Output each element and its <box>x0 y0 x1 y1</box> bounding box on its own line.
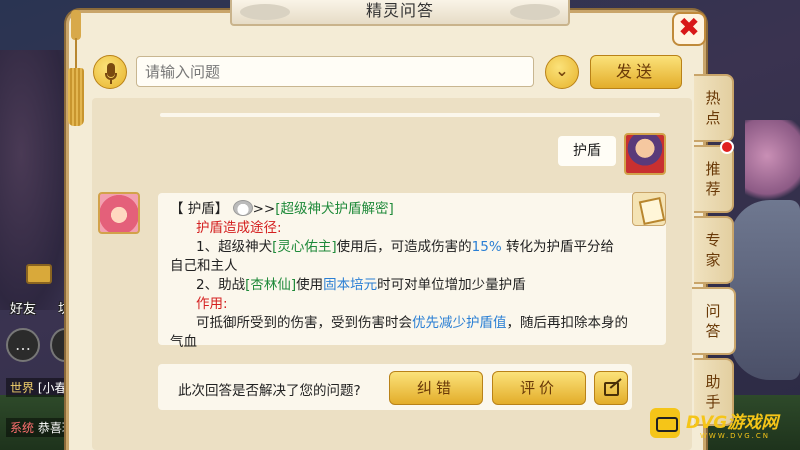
report-error-button[interactable]: 纠错 <box>389 371 483 405</box>
answer-text: 转化为护盾平分给 <box>501 239 614 255</box>
send-button[interactable]: 发送 <box>590 55 682 89</box>
answer-item-2: 2、助战[杏林仙]使用固本培元时可对单位增加少量护盾 <box>170 276 654 295</box>
partner-link[interactable]: [杏林仙] <box>245 277 296 293</box>
share-button[interactable] <box>594 371 628 405</box>
tab-char: 热 <box>705 89 721 107</box>
conversation-divider <box>160 113 660 117</box>
watermark-url: WWW.DVG.CN <box>700 432 771 440</box>
mail-icon[interactable] <box>26 264 52 284</box>
user-avatar <box>624 133 666 175</box>
channel-text: [小春 <box>37 381 67 395</box>
effect-highlight: 优先减少护盾值 <box>412 315 507 331</box>
tab-char: 助 <box>705 373 721 391</box>
answer-text: 2、助战 <box>196 277 246 293</box>
tassel-cord <box>75 38 77 68</box>
close-button[interactable]: ✖ <box>672 12 706 46</box>
tassel-decoration <box>68 10 84 135</box>
answer-text: ，随后再扣除本身的 <box>506 315 629 331</box>
channel-tag: 世界 <box>10 381 35 395</box>
skill-highlight: 固本培元 <box>323 277 378 293</box>
tab-char: 答 <box>705 322 721 340</box>
answer-text: 使用后，可造成伤害的 <box>336 239 472 255</box>
tab-char: 家 <box>705 251 721 269</box>
tab-char: 专 <box>705 231 721 249</box>
assistant-avatar <box>98 192 140 234</box>
tab-char: 点 <box>705 109 721 127</box>
tassel-fringe <box>68 68 84 126</box>
tab-qa[interactable]: 问答 <box>692 287 736 355</box>
rate-button[interactable]: 评价 <box>492 371 586 405</box>
skill-link[interactable]: [灵心佑主] <box>272 239 337 255</box>
notification-dot <box>720 140 734 154</box>
answer-effect: 可抵御所受到的伤害，受到伤害时会优先减少护盾值，随后再扣除本身的 <box>170 314 654 333</box>
answer-text: 使用 <box>296 277 324 293</box>
dog-icon <box>232 200 253 216</box>
channel-tag: 系统 <box>10 421 35 435</box>
tab-char: 荐 <box>705 180 721 198</box>
microphone-button[interactable] <box>93 55 127 89</box>
user-message-bubble: 护盾 <box>558 136 616 166</box>
section-title-source: 护盾造成途径: <box>196 220 282 236</box>
chat-bubble-icon[interactable]: … <box>6 328 40 362</box>
percentage-highlight: 15% <box>471 239 502 255</box>
title-banner: 精灵问答 <box>230 0 570 26</box>
answer-card: 【 护盾】 >>[超级神犬护盾解密] 护盾造成途径: 1、超级神犬[灵心佑主]使… <box>158 193 666 350</box>
tab-recommend[interactable]: 推荐 <box>694 145 734 213</box>
microphone-stand <box>105 73 117 80</box>
tab-char: 问 <box>705 302 721 320</box>
answer-item-1-cont: 自己和主人 <box>170 258 238 274</box>
answer-topic-link[interactable]: [超级神犬护盾解密] <box>275 201 394 217</box>
answer-text: 时可对单位增加少量护盾 <box>377 277 526 293</box>
dialog-title: 精灵问答 <box>365 1 434 20</box>
answer-keyword: 【 护盾】 <box>170 201 229 217</box>
tab-char: 推 <box>705 160 721 178</box>
friends-button[interactable]: 好友 <box>10 298 36 317</box>
answer-header: 【 护盾】 >>[超级神犬护盾解密] <box>170 200 654 219</box>
background-blossom <box>745 120 800 210</box>
tab-hot[interactable]: 热点 <box>694 74 734 142</box>
background-rock <box>730 200 800 380</box>
book-icon[interactable] <box>632 192 666 226</box>
chevron-down-icon[interactable]: ⌄ <box>545 55 579 89</box>
watermark: DVG游戏网 WWW.DVG.CN <box>646 404 796 446</box>
tassel-knot <box>71 10 81 40</box>
answer-item-1: 1、超级神犬[灵心佑主]使用后，可造成伤害的15% 转化为护盾平分给 <box>170 238 654 257</box>
question-input[interactable] <box>136 56 534 87</box>
microphone-foot <box>110 80 112 84</box>
gamepad-icon <box>650 408 680 438</box>
answer-text: 可抵御所受到的伤害，受到伤害时会 <box>196 315 412 331</box>
watermark-brand: DVG游戏网 <box>686 413 779 433</box>
tab-expert[interactable]: 专家 <box>694 216 734 284</box>
answer-text: 1、超级神犬 <box>196 239 273 255</box>
answer-arrows: >> <box>252 201 276 217</box>
section-title-effect: 作用: <box>196 296 228 312</box>
answer-effect-cont: 气血 <box>170 334 197 350</box>
feedback-question: 此次回答是否解决了您的问题? <box>178 383 361 399</box>
